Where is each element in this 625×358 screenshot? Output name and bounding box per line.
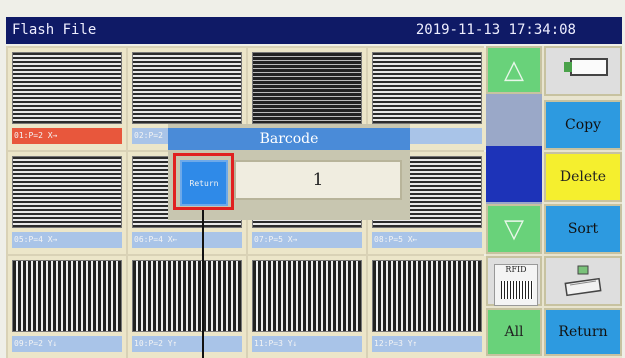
- scroll-up-button[interactable]: △: [486, 46, 542, 94]
- file-caption: 09:P=2 Y↓: [12, 336, 122, 352]
- file-thumbnail: [12, 260, 122, 332]
- file-caption: 10:P=2 Y↑: [132, 336, 242, 352]
- sort-button[interactable]: Sort: [544, 204, 622, 254]
- copy-button[interactable]: Copy: [544, 100, 622, 150]
- dialog-title: Barcode: [168, 128, 410, 150]
- file-item[interactable]: 11:P=3 Y↓: [248, 256, 366, 358]
- file-thumbnail: [372, 52, 482, 124]
- rfid-button[interactable]: RFID: [486, 256, 542, 306]
- scroll-thumb[interactable]: [486, 146, 542, 202]
- rfid-icon: RFID: [494, 264, 538, 306]
- datetime: 2019-11-13 17:34:08: [415, 22, 576, 38]
- pointer-line: [202, 210, 204, 358]
- recycle-bin-icon: [564, 265, 602, 297]
- all-button[interactable]: All: [486, 308, 542, 356]
- screen: Flash File 2019-11-13 17:34:08 01:P=2 X→…: [0, 0, 625, 358]
- recycle-button[interactable]: [544, 256, 622, 306]
- barcode-value: 1: [312, 170, 324, 190]
- file-item[interactable]: 01:P=2 X→: [8, 48, 126, 150]
- usb-drive-icon: [564, 58, 608, 76]
- return-button[interactable]: Return: [544, 308, 622, 356]
- file-item[interactable]: 09:P=2 Y↓: [8, 256, 126, 358]
- file-caption: 07:P=5 X→: [252, 232, 362, 248]
- arrow-up-icon: △: [504, 55, 524, 85]
- barcode-icon: [501, 281, 533, 299]
- all-button-label: All: [504, 324, 524, 340]
- file-caption: 05:P=4 X→: [12, 232, 122, 248]
- page-title: Flash File: [12, 22, 97, 38]
- usb-button[interactable]: [544, 46, 622, 96]
- title-bar: Flash File 2019-11-13 17:34:08: [6, 17, 622, 44]
- file-thumbnail: [12, 156, 122, 228]
- file-thumbnail: [252, 52, 362, 124]
- highlight-box: [173, 153, 234, 210]
- file-thumbnail: [132, 260, 242, 332]
- file-caption: 01:P=2 X→: [12, 128, 122, 144]
- file-thumbnail: [132, 52, 242, 124]
- file-caption: 12:P=3 Y↑: [372, 336, 482, 352]
- barcode-input[interactable]: 1: [234, 160, 402, 200]
- scroll-down-button[interactable]: ▽: [486, 204, 542, 254]
- file-item[interactable]: 12:P=3 Y↑: [368, 256, 486, 358]
- sort-button-label: Sort: [567, 221, 599, 237]
- file-thumbnail: [252, 260, 362, 332]
- arrow-down-icon: ▽: [504, 214, 524, 244]
- file-thumbnail: [12, 52, 122, 124]
- file-item[interactable]: 05:P=4 X→: [8, 152, 126, 254]
- file-item[interactable]: 10:P=2 Y↑: [128, 256, 246, 358]
- file-caption: 06:P=4 X←: [132, 232, 242, 248]
- file-caption: 08:P=5 X←: [372, 232, 482, 248]
- delete-button-label: Delete: [559, 169, 607, 185]
- file-caption: 11:P=3 Y↓: [252, 336, 362, 352]
- delete-button[interactable]: Delete: [544, 152, 622, 202]
- file-thumbnail: [372, 260, 482, 332]
- return-button-label: Return: [558, 324, 608, 340]
- scrollbar[interactable]: [486, 94, 542, 204]
- rfid-label: RFID: [505, 265, 527, 274]
- copy-button-label: Copy: [564, 117, 601, 133]
